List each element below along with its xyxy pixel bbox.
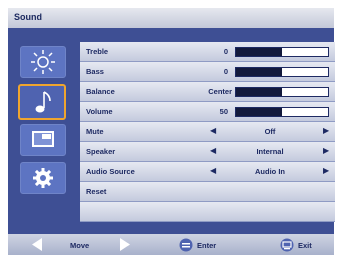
arrow-right-icon[interactable] bbox=[118, 237, 132, 252]
arrow-right-icon[interactable]: ▶ bbox=[323, 126, 329, 135]
arrow-left-icon[interactable] bbox=[30, 237, 44, 252]
footer-bar: Move Enter Exit bbox=[8, 234, 334, 255]
sidebar-item-setup[interactable] bbox=[20, 162, 66, 194]
arrow-left-icon[interactable]: ◀ bbox=[210, 166, 216, 175]
menu-row-label: Volume bbox=[86, 107, 113, 116]
menu-row-value: Center bbox=[208, 87, 232, 96]
arrow-right-icon[interactable]: ▶ bbox=[323, 146, 329, 155]
menu-row-speaker[interactable]: Speaker ◀ Internal ▶ bbox=[80, 142, 335, 162]
menu-row-mute[interactable]: Mute ◀ Off ▶ bbox=[80, 122, 335, 142]
gear-icon bbox=[33, 168, 53, 188]
menu-row-label: Reset bbox=[86, 187, 107, 196]
footer-enter-label: Enter bbox=[197, 241, 217, 250]
treble-slider[interactable] bbox=[235, 47, 329, 57]
menu-row-value: Off bbox=[264, 127, 276, 136]
enter-icon[interactable] bbox=[179, 238, 193, 252]
arrow-right-icon[interactable]: ▶ bbox=[323, 166, 329, 175]
slider-fill bbox=[236, 108, 282, 116]
menu-row-label: Audio Source bbox=[86, 167, 135, 176]
slider-fill bbox=[236, 68, 282, 76]
bass-slider[interactable] bbox=[235, 67, 329, 77]
menu-row-label: Treble bbox=[86, 47, 109, 56]
volume-slider[interactable] bbox=[235, 107, 329, 117]
menu-row-label: Mute bbox=[86, 127, 104, 136]
footer-move-label: Move bbox=[70, 241, 90, 250]
sidebar-item-screen[interactable] bbox=[20, 124, 66, 156]
menu-title: Sound bbox=[14, 12, 42, 22]
menu-row-value: 50 bbox=[219, 107, 228, 116]
menu-row-value: Internal bbox=[256, 147, 284, 156]
menu-row-label: Speaker bbox=[86, 147, 116, 156]
menu-row-audio-source[interactable]: Audio Source ◀ Audio In ▶ bbox=[80, 162, 335, 182]
arrow-left-icon[interactable]: ◀ bbox=[210, 146, 216, 155]
screen-icon bbox=[32, 131, 54, 147]
menu-row-value: Audio In bbox=[255, 167, 285, 176]
menu-row-volume[interactable]: Volume 50 bbox=[80, 102, 335, 122]
menu-row-value: 0 bbox=[223, 47, 228, 56]
osd-panel: Sound Treble 0 Bass 0 Balance Center Vol… bbox=[8, 8, 335, 255]
footer-exit-label: Exit bbox=[298, 241, 312, 250]
menu-row-label: Balance bbox=[86, 87, 115, 96]
slider-fill bbox=[236, 88, 282, 96]
sidebar-item-sound[interactable] bbox=[18, 84, 66, 120]
exit-icon[interactable] bbox=[280, 238, 294, 252]
menu-row-label: Bass bbox=[86, 67, 104, 76]
sidebar-item-brightness[interactable] bbox=[20, 46, 66, 78]
menu-row-reset[interactable]: Reset bbox=[80, 182, 335, 202]
brightness-icon bbox=[31, 50, 55, 74]
menu-row-bass[interactable]: Bass 0 bbox=[80, 62, 335, 82]
menu-row-treble[interactable]: Treble 0 bbox=[80, 42, 335, 62]
arrow-left-icon[interactable]: ◀ bbox=[210, 126, 216, 135]
menu-row-value: 0 bbox=[223, 67, 228, 76]
title-bar: Sound bbox=[8, 8, 334, 28]
menu-row-empty bbox=[80, 202, 335, 222]
balance-slider[interactable] bbox=[235, 87, 329, 97]
music-note-icon bbox=[35, 91, 51, 113]
menu-row-balance[interactable]: Balance Center bbox=[80, 82, 335, 102]
slider-fill bbox=[236, 48, 282, 56]
